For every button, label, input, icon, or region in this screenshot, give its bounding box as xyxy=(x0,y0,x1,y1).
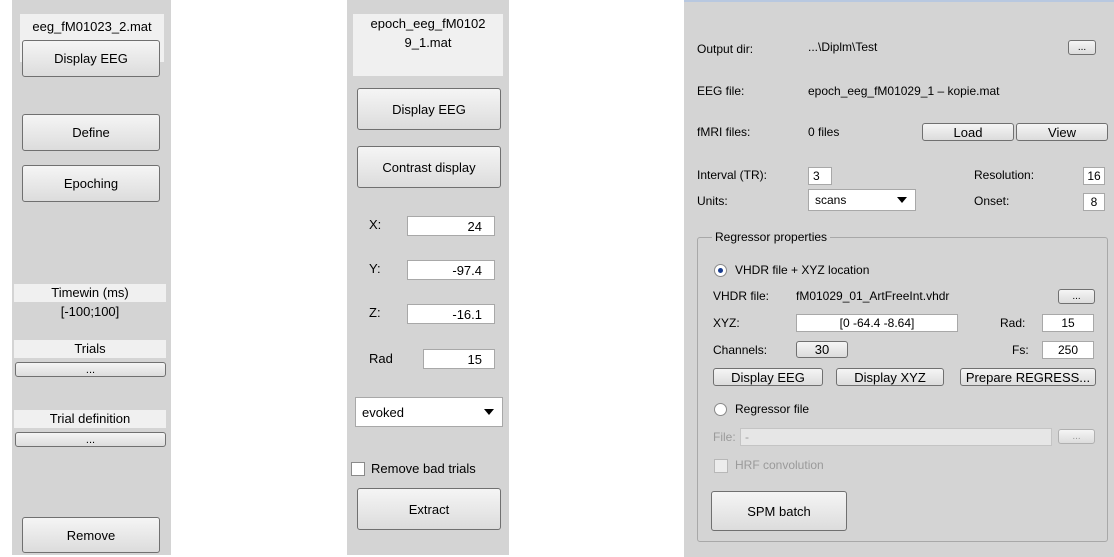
trials-button[interactable]: ... xyxy=(15,362,166,377)
regressor-file-label: Regressor file xyxy=(735,402,810,416)
file-input[interactable]: - xyxy=(740,428,1052,446)
channels-label: Channels: xyxy=(713,343,768,357)
file-browse-button[interactable]: ... xyxy=(1058,429,1095,444)
vhdr-xyz-radio[interactable] xyxy=(714,264,727,277)
vhdr-file-value: fM01029_01_ArtFreeInt.vhdr xyxy=(796,289,950,303)
resolution-input[interactable]: 16 xyxy=(1083,167,1105,185)
display-eeg-button[interactable]: Display EEG xyxy=(22,40,160,77)
fs-label: Fs: xyxy=(1012,343,1029,357)
load-button[interactable]: Load xyxy=(922,123,1014,141)
xyz-label: XYZ: xyxy=(713,316,740,330)
vhdr-browse-button[interactable]: ... xyxy=(1058,289,1095,304)
trials-label: Trials xyxy=(14,340,166,358)
mode-dropdown[interactable]: evoked xyxy=(355,397,503,427)
vhdr-xyz-label: VHDR file + XYZ location xyxy=(735,263,870,277)
regressor-panel: Output dir: ...\Diplm\Test ... EEG file:… xyxy=(684,0,1114,557)
spm-batch-button[interactable]: SPM batch xyxy=(711,491,847,531)
output-dir-label: Output dir: xyxy=(697,42,754,56)
output-dir-value: ...\Diplm\Test xyxy=(808,40,878,54)
prepare-regress-button[interactable]: Prepare REGRESS... xyxy=(960,368,1096,386)
onset-label: Onset: xyxy=(974,194,1010,208)
fs-input[interactable]: 250 xyxy=(1042,341,1094,359)
rad-input[interactable]: 15 xyxy=(423,349,495,369)
display-xyz-button[interactable]: Display XYZ xyxy=(836,368,944,386)
x-input[interactable]: 24 xyxy=(407,216,495,236)
mode-selected: evoked xyxy=(362,404,404,420)
rad-label: Rad: xyxy=(1000,316,1026,330)
remove-bad-trials-checkbox[interactable] xyxy=(351,462,365,476)
regressor-file-radio[interactable] xyxy=(714,403,727,416)
z-input[interactable]: -16.1 xyxy=(407,304,495,324)
extract-button[interactable]: Extract xyxy=(357,488,501,530)
trial-definition-button[interactable]: ... xyxy=(15,432,166,447)
trial-definition-label: Trial definition xyxy=(14,410,166,428)
epoching-button[interactable]: Epoching xyxy=(22,165,160,202)
rad-label: Rad xyxy=(369,351,393,366)
interval-input[interactable]: 3 xyxy=(808,167,832,185)
eeg-file-label: EEG file: xyxy=(697,84,745,98)
xyz-input[interactable]: [0 -64.4 -8.64] xyxy=(796,314,958,332)
channels-button[interactable]: 30 xyxy=(796,341,848,358)
output-dir-browse-button[interactable]: ... xyxy=(1068,40,1096,55)
view-button[interactable]: View xyxy=(1016,123,1108,141)
z-label: Z: xyxy=(369,305,381,320)
eeg-file-value: epoch_eeg_fM01029_1 – kopie.mat xyxy=(808,84,1000,98)
interval-label: Interval (TR): xyxy=(697,168,768,182)
units-selected: scans xyxy=(815,193,847,207)
x-label: X: xyxy=(369,217,382,232)
timewin-value: [-100;100] xyxy=(60,304,120,319)
display-eeg-button[interactable]: Display EEG xyxy=(713,368,823,386)
panel2-file-line2: 9_1.mat xyxy=(353,34,503,76)
chevron-down-icon xyxy=(897,197,907,203)
hrf-convolution-label: HRF convolution xyxy=(735,458,824,472)
resolution-label: Resolution: xyxy=(974,168,1035,182)
units-dropdown[interactable]: scans xyxy=(808,189,916,211)
epoching-panel: eeg_fM01023_2.mat Display EEG Define Epo… xyxy=(12,0,171,555)
contrast-panel: epoch_eeg_fM0102 9_1.mat Display EEG Con… xyxy=(347,0,509,555)
units-label: Units: xyxy=(697,194,728,208)
timewin-label: Timewin (ms) xyxy=(14,284,166,302)
fmri-files-label: fMRI files: xyxy=(697,125,751,139)
y-label: Y: xyxy=(369,261,381,276)
remove-button[interactable]: Remove xyxy=(22,517,160,553)
contrast-display-button[interactable]: Contrast display xyxy=(357,146,501,188)
file-label: File: xyxy=(713,430,736,444)
y-input[interactable]: -97.4 xyxy=(407,260,495,280)
onset-input[interactable]: 8 xyxy=(1083,193,1105,211)
remove-bad-trials-label: Remove bad trials xyxy=(371,461,476,476)
fmri-files-value: 0 files xyxy=(808,125,840,139)
define-button[interactable]: Define xyxy=(22,114,160,151)
rad-input[interactable]: 15 xyxy=(1042,314,1094,332)
vhdr-file-label: VHDR file: xyxy=(713,289,770,303)
regressor-properties-title: Regressor properties xyxy=(712,230,831,244)
hrf-convolution-checkbox[interactable] xyxy=(714,459,728,473)
chevron-down-icon xyxy=(484,409,494,415)
panel2-file-line1: epoch_eeg_fM0102 xyxy=(353,14,503,34)
display-eeg-button[interactable]: Display EEG xyxy=(357,88,501,130)
